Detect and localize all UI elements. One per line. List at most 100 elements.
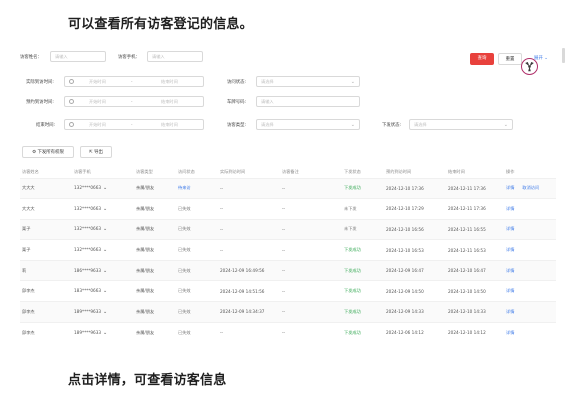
actual-visit-time-cell: --: [218, 321, 280, 343]
chevron-down-icon: ⌄: [544, 56, 548, 61]
visitor-type-cell: 亲属/朋友: [134, 301, 176, 323]
visitor-note-cell: --: [280, 177, 342, 199]
cancel-visit-link[interactable]: 取消访问: [522, 185, 539, 190]
expected-visit-time-cell: 2024-12-10 16:53: [384, 239, 446, 261]
details-link[interactable]: 详情: [506, 206, 514, 211]
table-row: 大大大 132****0663 ⌄ 亲属/朋友 已失效 -- -- 未下发 202…: [20, 198, 556, 220]
table-row: 栗子 132****0663 ⌄ 亲属/朋友 已失效 -- -- 下发成功 202…: [20, 239, 556, 261]
visitor-name-cell: 邱李杰: [20, 301, 72, 323]
visitor-phone-cell: 132****0663 ⌄: [72, 177, 134, 199]
visitor-type-select[interactable]: 请选择 ⌄: [256, 119, 360, 130]
issue-status-cell: 未下发: [342, 218, 384, 240]
issue-status-cell: 下发成功: [342, 321, 384, 343]
expected-visit-time-label: 预约到访时间:: [26, 100, 54, 105]
table-row: 邱李杰 189****9633 ⌄ 亲属/朋友 已失效 -- -- 下发成功 20…: [20, 321, 556, 343]
chevron-down-icon: ⌄: [503, 122, 508, 128]
actual-visit-time-cell: --: [218, 239, 280, 261]
end-time-cell: 2024-12-10 16:47: [446, 259, 504, 281]
actions-cell: 详情 取消访问: [504, 177, 556, 199]
bottom-caption: 点击详情，可查看访客信息: [68, 373, 227, 388]
details-link[interactable]: 详情: [506, 268, 514, 273]
visitor-management-panel: 访客姓名： 请输入 访客手机： 请输入 查询 重置 展开 ⌄ 实际到访时间: 开…: [16, 43, 558, 348]
column-header: 预约到访时间: [386, 168, 412, 174]
visitor-name-cell: 大大大: [20, 177, 72, 199]
actual-visit-time-label: 实际到访时间:: [26, 80, 54, 85]
visitor-phone-cell: 189****9633 ⌄: [72, 301, 134, 323]
settings-icon: ⚙: [32, 150, 37, 155]
expected-visit-time-cell: 2024-12-10 17:29: [384, 198, 446, 220]
chevron-down-icon: ⌄: [350, 79, 355, 85]
actual-visit-time-cell: 2024-12-09 16:49:56: [218, 259, 280, 281]
end-time-range[interactable]: 开始时间 - 结束时间: [64, 119, 204, 130]
issue-status-select[interactable]: 请选择 ⌄: [409, 119, 513, 130]
end-time-cell: 2024-12-10 14:50: [446, 280, 504, 302]
visitor-phone-cell: 186****9633 ⌄: [72, 259, 134, 281]
issue-status-cell: 下发成功: [342, 301, 384, 323]
actions-cell: 详情: [504, 239, 556, 261]
visitor-type-label: 访客类型:: [227, 123, 247, 128]
table-row: 大大大 132****0663 ⌄ 亲属/朋友 待来访 -- -- 下发成功 20…: [20, 177, 556, 199]
expected-visit-time-cell: 2024-12-06 14:12: [384, 321, 446, 343]
visit-status-cell: 已失效: [176, 239, 218, 261]
expected-visit-time-range[interactable]: 开始时间 - 结束时间: [64, 96, 204, 107]
clock-icon: [69, 99, 74, 104]
column-header: 访客手机: [74, 168, 91, 174]
chevron-down-icon[interactable]: ⌄: [103, 268, 107, 274]
details-link[interactable]: 详情: [506, 185, 514, 190]
visitor-name-cell: 邱李杰: [20, 321, 72, 343]
plate-number-input[interactable]: 请输入: [256, 96, 360, 107]
table-row: 栗子 132****0663 ⌄ 亲属/朋友 已失效 -- -- 未下发 2024…: [20, 218, 556, 240]
chevron-down-icon[interactable]: ⌄: [103, 226, 107, 232]
actual-visit-time-range[interactable]: 开始时间 - 结束时间: [64, 76, 204, 87]
visitor-name-cell: 邱李杰: [20, 280, 72, 302]
table-row: 邱李杰 189****9633 ⌄ 亲属/朋友 已失效 2024-12-09 14…: [20, 301, 556, 323]
issue-status-cell: 下发成功: [342, 280, 384, 302]
visitor-phone-cell: 132****0663 ⌄: [72, 239, 134, 261]
chevron-down-icon[interactable]: ⌄: [103, 247, 107, 253]
visitor-note-cell: --: [280, 280, 342, 302]
reset-button[interactable]: 重置: [498, 53, 522, 65]
query-button[interactable]: 查询: [470, 53, 494, 65]
visitor-note-cell: --: [280, 198, 342, 220]
details-link[interactable]: 详情: [506, 226, 514, 231]
visitor-type-cell: 亲属/朋友: [134, 239, 176, 261]
column-header: 结束时间: [448, 168, 465, 174]
chevron-down-icon[interactable]: ⌄: [103, 185, 107, 191]
export-button[interactable]: ⇱ 导出: [80, 146, 112, 158]
visitor-phone-cell: 132****0663 ⌄: [72, 218, 134, 240]
issue-status-label: 下发状态:: [382, 123, 402, 128]
issue-status-cell: 未下发: [342, 198, 384, 220]
chevron-down-icon[interactable]: ⌄: [103, 206, 107, 212]
actions-cell: 详情: [504, 321, 556, 343]
visitor-name-cell: 莉: [20, 259, 72, 281]
details-link[interactable]: 详情: [506, 288, 514, 293]
visitor-phone-label: 访客手机：: [118, 55, 140, 60]
issue-status-cell: 下发成功: [342, 239, 384, 261]
chevron-down-icon[interactable]: ⌄: [103, 309, 107, 315]
visitor-phone-cell: 132****0663 ⌄: [72, 198, 134, 220]
end-time-cell: 2024-12-11 16:53: [446, 239, 504, 261]
details-link[interactable]: 详情: [506, 247, 514, 252]
table-row: 莉 186****9633 ⌄ 亲属/朋友 已失效 2024-12-09 16:4…: [20, 259, 556, 281]
chevron-down-icon[interactable]: ⌄: [103, 288, 107, 294]
visitor-type-cell: 亲属/朋友: [134, 259, 176, 281]
visitor-name-input[interactable]: 请输入: [50, 51, 106, 62]
actual-visit-time-cell: 2024-12-09 14:34:37: [218, 301, 280, 323]
actions-cell: 详情: [504, 259, 556, 281]
end-time-cell: 2024-12-11 16:55: [446, 218, 504, 240]
floating-assistant-icon[interactable]: [521, 58, 538, 75]
details-link[interactable]: 详情: [506, 309, 514, 314]
end-time-cell: 2024-12-10 14:33: [446, 301, 504, 323]
details-link[interactable]: 详情: [506, 330, 514, 335]
chevron-down-icon[interactable]: ⌄: [103, 330, 107, 336]
table-row: 邱李杰 183****0663 ⌄ 亲属/朋友 已失效 2024-12-09 14…: [20, 280, 556, 302]
expected-visit-time-cell: 2024-12-09 14:33: [384, 301, 446, 323]
visitor-name-cell: 栗子: [20, 239, 72, 261]
issue-all-permissions-button[interactable]: ⚙ 下发所有权限: [22, 146, 74, 158]
visitor-phone-input[interactable]: 请输入: [147, 51, 203, 62]
visitor-type-cell: 亲属/朋友: [134, 218, 176, 240]
visitor-note-cell: --: [280, 321, 342, 343]
visitor-name-cell: 大大大: [20, 198, 72, 220]
scrollbar-thumb[interactable]: [562, 48, 565, 63]
visit-status-select[interactable]: 请选择 ⌄: [256, 76, 360, 87]
